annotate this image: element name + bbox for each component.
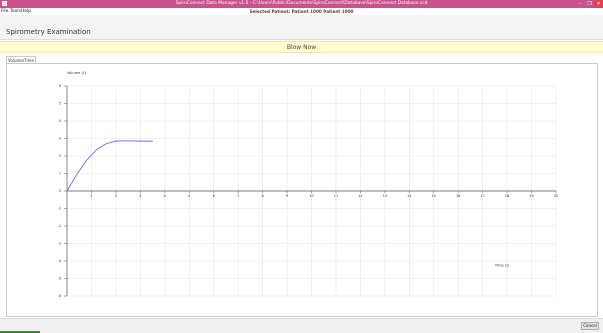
series-point: [66, 190, 68, 192]
x-tick-label: 6: [213, 194, 215, 198]
x-tick-label: 5: [188, 194, 190, 198]
blow-now-prompt: Blow Now: [0, 41, 603, 53]
x-tick-label: 14: [407, 194, 411, 198]
footer-bar: Cancel: [0, 318, 603, 333]
x-axis-label: Time (s): [494, 263, 510, 267]
x-tick-label: 12: [358, 194, 362, 198]
maximize-icon[interactable]: ❐: [585, 0, 594, 8]
x-tick-label: 3: [139, 194, 141, 198]
y-tick-label: -2: [58, 224, 61, 228]
blow-now-text: Blow Now: [286, 44, 317, 51]
series-point: [152, 140, 153, 142]
x-tick-label: 4: [164, 194, 166, 198]
y-tick-label: 4: [59, 119, 61, 123]
menu-bar: File Tools Help Selected Patient: Patien…: [0, 8, 603, 15]
selected-patient-label: Selected Patient: Patient 1000 Patient 1…: [249, 9, 354, 14]
series-point: [86, 159, 87, 161]
y-tick-label: 1: [59, 172, 61, 176]
y-axis-label: Volume (L): [67, 71, 87, 75]
minimize-icon[interactable]: –: [576, 0, 585, 8]
cancel-button[interactable]: Cancel: [581, 322, 599, 330]
x-tick-label: 8: [262, 194, 264, 198]
x-tick-label: 1: [90, 194, 92, 198]
chart-panel: 1 2 3 4 5 6 7 8 9 10 11 12 13 14 15 16 17 18 19 20 6 5 4 3 2 1 0 -1…: [6, 63, 598, 317]
x-tick-label: 13: [383, 194, 387, 198]
y-tick-label: 6: [59, 84, 61, 88]
series-point: [76, 173, 78, 175]
x-tick-label: 18: [505, 194, 509, 198]
x-tick-label: 16: [456, 194, 460, 198]
y-tick-label: 2: [59, 154, 61, 158]
x-tick-label: 10: [309, 194, 313, 198]
series-point: [105, 143, 107, 145]
series-point: [125, 140, 127, 142]
y-tick-label: 0: [59, 189, 61, 193]
x-tick-label: 15: [432, 194, 436, 198]
y-tick-label: 3: [59, 137, 61, 141]
x-tick-label: 17: [480, 194, 484, 198]
x-tick-label: 19: [529, 194, 533, 198]
x-tick-label: 11: [334, 194, 338, 198]
x-tick-label: 9: [286, 194, 288, 198]
chart-series: [66, 140, 153, 192]
y-tick-label: -5: [58, 277, 61, 281]
series-point: [95, 149, 97, 151]
y-tick-label: 5: [59, 102, 61, 106]
y-tick-label: -6: [58, 294, 61, 298]
close-icon[interactable]: ✕: [594, 0, 603, 8]
page-title: Spirometry Examination: [6, 28, 91, 36]
x-tick-label: 7: [237, 194, 239, 198]
y-tick-label: -4: [58, 259, 61, 263]
section-header: Spirometry Examination: [0, 15, 603, 40]
x-tick-label: 2: [115, 194, 117, 198]
series-point: [139, 140, 141, 142]
y-tick-label: -1: [58, 207, 61, 211]
volume-time-chart: 1 2 3 4 5 6 7 8 9 10 11 12 13 14 15 16 17 18 19 206543210-1…: [58, 71, 559, 298]
y-tick-label: -3: [58, 242, 61, 246]
window-titlebar: SpiroConnect Data Manager v1.0 - C:\User…: [0, 0, 603, 8]
series-line-volume: [66, 140, 153, 192]
x-tick-label: 20: [554, 194, 558, 198]
window-title: SpiroConnect Data Manager v1.0 - C:\User…: [175, 1, 428, 6]
series-point: [115, 140, 117, 142]
